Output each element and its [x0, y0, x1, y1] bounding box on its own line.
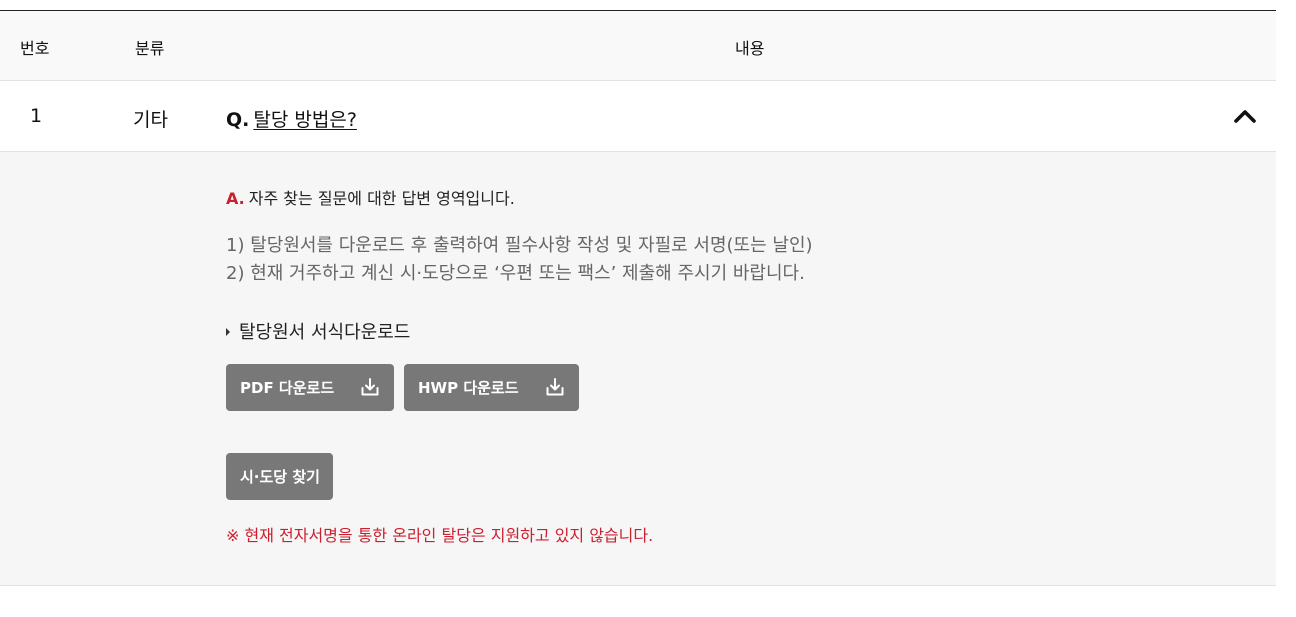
faq-category: 기타 [133, 109, 168, 131]
pdf-download-label: PDF 다운로드 [240, 379, 335, 397]
faq-question[interactable]: Q. 탈당 방법은? [226, 105, 357, 132]
answer-intro: A. 자주 찾는 질문에 대한 답변 영역입니다. [226, 185, 515, 209]
header-category: 분류 [135, 39, 165, 58]
question-title-link[interactable]: 탈당 방법은? [253, 109, 357, 131]
hwp-download-button[interactable]: HWP 다운로드 [404, 364, 579, 411]
answer-mark-label: A. [226, 189, 245, 208]
answer-steps: 1) 탈당원서를 다운로드 후 출력하여 필수사항 작성 및 자필로 서명(또는… [226, 232, 813, 288]
answer-step: 1) 탈당원서를 다운로드 후 출력하여 필수사항 작성 및 자필로 서명(또는… [226, 235, 813, 256]
answer-intro-text: 자주 찾는 질문에 대한 답변 영역입니다. [248, 189, 515, 208]
hwp-download-label: HWP 다운로드 [418, 379, 519, 397]
answer-step: 2) 현재 거주하고 계신 시·도당으로 ‘우편 또는 팩스’ 제출해 주시기 … [226, 263, 805, 284]
faq-board: 번호 분류 내용 1 기타 Q. 탈당 방법은? A. 자주 찾는 질문에 대한 답… [0, 10, 1276, 586]
find-sido-label: 시·도당 찾기 [240, 468, 320, 486]
faq-row[interactable]: 1 기타 Q. 탈당 방법은? [0, 81, 1276, 152]
download-icon [360, 377, 380, 397]
find-sido-button[interactable]: 시·도당 찾기 [226, 453, 333, 500]
question-mark-label: Q. [226, 109, 250, 131]
notice-text: ※ 현재 전자서명을 통한 온라인 탈당은 지원하고 있지 않습니다. [226, 526, 654, 545]
header-content: 내용 [735, 39, 765, 58]
header-number: 번호 [20, 39, 50, 58]
download-icon [545, 377, 565, 397]
faq-number: 1 [30, 105, 43, 127]
form-download-title: 탈당원서 서식다운로드 [226, 318, 410, 344]
form-download-title-text: 탈당원서 서식다운로드 [239, 322, 411, 343]
faq-answer-panel: A. 자주 찾는 질문에 대한 답변 영역입니다. 1) 탈당원서를 다운로드 후… [0, 152, 1276, 586]
bullet-icon [226, 328, 230, 336]
pdf-download-button[interactable]: PDF 다운로드 [226, 364, 394, 411]
table-header: 번호 분류 내용 [0, 11, 1276, 81]
chevron-up-icon[interactable] [1232, 106, 1258, 126]
